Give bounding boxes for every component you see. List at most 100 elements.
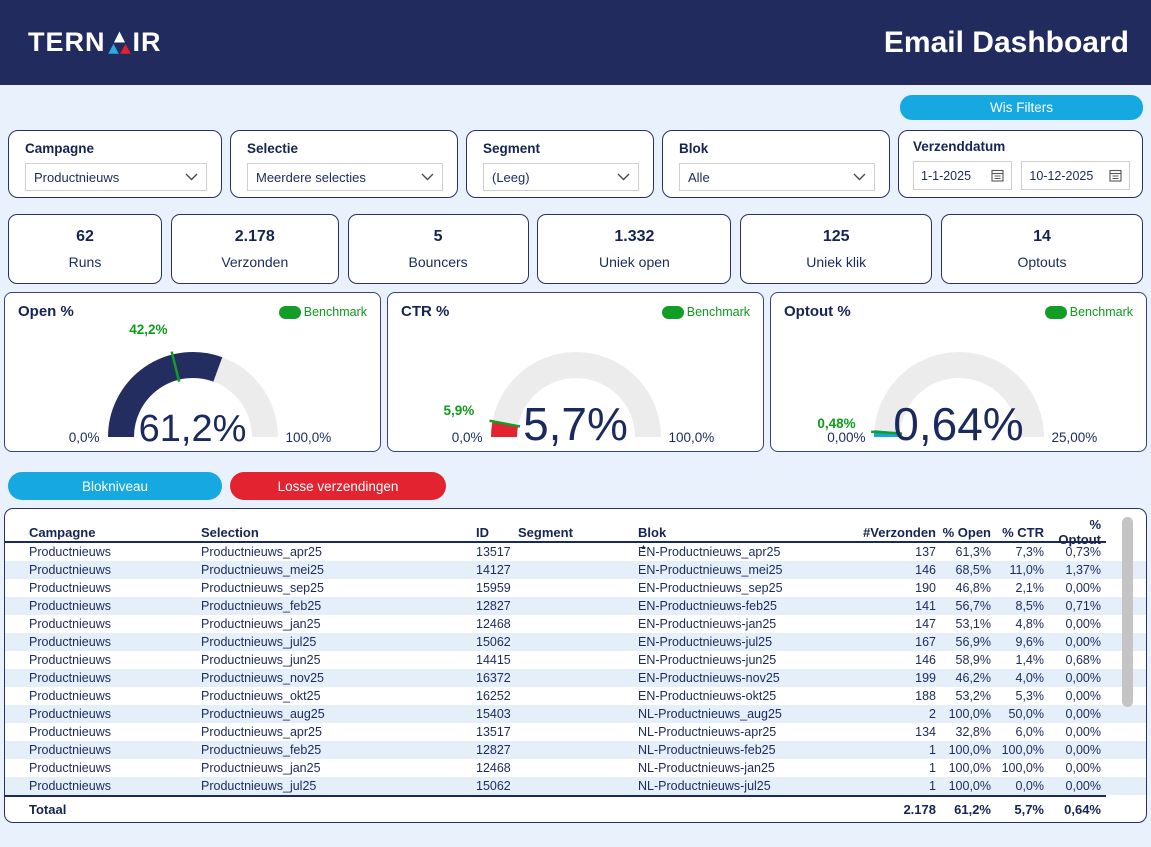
kpi-value: 125 [822, 228, 850, 245]
cell-verzonden: 141 [915, 599, 936, 613]
cell-verzonden: 146 [915, 653, 936, 667]
filter-card: Segment (Leeg) [466, 130, 654, 198]
table-row[interactable]: Productnieuws Productnieuws_mei25 14127 … [5, 561, 1146, 579]
cell-open: 68,5% [955, 563, 991, 577]
cell-campagne: Productnieuws [29, 707, 111, 721]
table-row[interactable]: Productnieuws Productnieuws_jul25 15062 … [5, 777, 1146, 795]
cell-open: 100,0% [948, 779, 991, 793]
cell-campagne: Productnieuws [29, 653, 111, 667]
cell-selection: Productnieuws_jan25 [201, 761, 321, 775]
filter-dropdown[interactable]: (Leeg) [483, 163, 639, 191]
date-from-input[interactable]: 1-1-2025 [913, 161, 1013, 190]
losse-verzendingen-button[interactable]: Losse verzendingen [230, 472, 446, 500]
table-row[interactable]: Productnieuws Productnieuws_jun25 14415 … [5, 651, 1146, 669]
cell-open: 53,1% [955, 617, 991, 631]
filter-dropdown[interactable]: Productnieuws [25, 163, 207, 191]
kpi-label: Optouts [1017, 254, 1067, 270]
cell-blok: EN-Productnieuws-jul25 [638, 635, 773, 649]
table-row[interactable]: Productnieuws Productnieuws_apr25 13517 … [5, 723, 1146, 741]
gauge-max-label: 100,0% [285, 430, 332, 445]
table-row[interactable]: Productnieuws Productnieuws_apr25 13517 … [5, 543, 1146, 561]
column-header-verzonden[interactable]: #Verzonden [848, 525, 936, 540]
cell-ctr: 1,4% [1015, 653, 1045, 667]
table-row[interactable]: Productnieuws Productnieuws_jan25 12468 … [5, 615, 1146, 633]
column-header-id[interactable]: ID [476, 525, 518, 540]
cell-open: 58,9% [955, 653, 991, 667]
cell-verzonden: 137 [915, 545, 936, 559]
total-label: Totaal [29, 801, 67, 817]
column-header-selection[interactable]: Selection [201, 525, 476, 540]
cell-blok: NL-Productnieuws-apr25 [638, 725, 777, 739]
gauge-value: 5,7% [523, 398, 628, 450]
cell-optout: 1,37% [1065, 563, 1101, 577]
table-row[interactable]: Productnieuws Productnieuws_aug25 15403 … [5, 705, 1146, 723]
date-filter-card: Verzenddatum 1-1-2025 10-12-2025 [898, 130, 1143, 198]
view-toggle-row: Blokniveau Losse verzendingen [8, 472, 1143, 500]
app-header: TERN IR Email Dashboard [0, 0, 1151, 85]
cell-id: 12827 [476, 743, 511, 757]
table-row[interactable]: Productnieuws Productnieuws_nov25 16372 … [5, 669, 1146, 687]
kpi-card: 62 Runs [8, 214, 162, 284]
cell-open: 100,0% [948, 743, 991, 757]
logo-text-pre: TERN [28, 27, 106, 57]
gauge-title: Open % [18, 303, 74, 320]
cell-verzonden: 188 [915, 689, 936, 703]
filter-dropdown[interactable]: Alle [679, 163, 875, 191]
cell-selection: Productnieuws_apr25 [201, 545, 322, 559]
kpi-value: 5 [433, 228, 443, 245]
filter-card: Blok Alle [662, 130, 890, 198]
cell-open: 56,7% [955, 599, 991, 613]
kpi-card: 2.178 Verzonden [170, 214, 339, 284]
date-to-input[interactable]: 10-12-2025 [1021, 161, 1130, 190]
calendar-icon [991, 169, 1004, 182]
cell-selection: Productnieuws_sep25 [201, 581, 324, 595]
column-header-campagne[interactable]: Campagne [29, 525, 201, 540]
cell-open: 46,8% [955, 581, 991, 595]
date-from-value: 1-1-2025 [921, 168, 972, 183]
cell-optout: 0,68% [1065, 653, 1101, 667]
blokniveau-button[interactable]: Blokniveau [8, 472, 222, 500]
table-row[interactable]: Productnieuws Productnieuws_feb25 12827 … [5, 597, 1146, 615]
filter-dropdown[interactable]: Meerdere selecties [247, 163, 443, 191]
cell-blok: EN-Productnieuws_apr25 [638, 545, 781, 559]
kpi-card: 1.332 Uniek open [537, 214, 732, 284]
cell-optout: 0,00% [1065, 707, 1101, 721]
column-header-ctr[interactable]: % CTR [991, 525, 1044, 540]
gauge-title: CTR % [401, 303, 450, 320]
cell-selection: Productnieuws_jul25 [201, 779, 317, 793]
benchmark-legend: Benchmark [1044, 305, 1133, 319]
results-table: Campagne Selection ID Segment Blok ▲ #Ve… [4, 508, 1147, 823]
column-header-blok[interactable]: Blok ▲ [638, 525, 848, 551]
cell-open: 32,8% [955, 725, 991, 739]
cell-id: 15062 [476, 635, 511, 649]
column-header-segment[interactable]: Segment [518, 525, 638, 540]
filter-label: Verzenddatum [913, 139, 1006, 154]
gauge-max-label: 100,0% [668, 430, 715, 445]
cell-verzonden: 190 [915, 581, 936, 595]
cell-open: 53,2% [955, 689, 991, 703]
cell-verzonden: 146 [915, 563, 936, 577]
gauge-card: Open % Benchmark 42,2% 61,2% 0,0% 100,0% [4, 292, 381, 452]
chevron-down-icon [853, 173, 866, 181]
filter-label: Campagne [25, 141, 95, 156]
table-scrollbar-thumb[interactable] [1122, 517, 1133, 707]
table-row[interactable]: Productnieuws Productnieuws_feb25 12827 … [5, 741, 1146, 759]
cell-selection: Productnieuws_jul25 [201, 635, 317, 649]
cell-ctr: 6,0% [1015, 725, 1045, 739]
column-header-open[interactable]: % Open [936, 525, 991, 540]
cell-open: 46,2% [955, 671, 991, 685]
cell-open: 100,0% [948, 707, 991, 721]
cell-verzonden: 167 [915, 635, 936, 649]
cell-optout: 0,73% [1065, 545, 1101, 559]
kpi-card: 14 Optouts [940, 214, 1143, 284]
table-row[interactable]: Productnieuws Productnieuws_okt25 16252 … [5, 687, 1146, 705]
cell-campagne: Productnieuws [29, 689, 111, 703]
cell-open: 100,0% [948, 761, 991, 775]
column-header-optout[interactable]: % Optout [1044, 517, 1101, 547]
table-row[interactable]: Productnieuws Productnieuws_sep25 15959 … [5, 579, 1146, 597]
table-row[interactable]: Productnieuws Productnieuws_jan25 12468 … [5, 759, 1146, 777]
cell-blok: EN-Productnieuws-feb25 [638, 599, 777, 613]
clear-filters-button[interactable]: Wis Filters [900, 95, 1143, 120]
kpi-row: 62 Runs 2.178 Verzonden 5 Bouncers 1.332… [8, 214, 1143, 284]
table-row[interactable]: Productnieuws Productnieuws_jul25 15062 … [5, 633, 1146, 651]
